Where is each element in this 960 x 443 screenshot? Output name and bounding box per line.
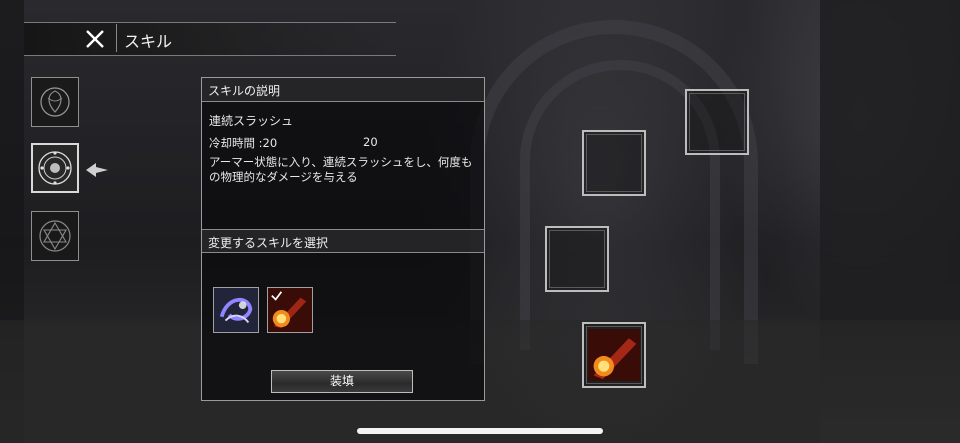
- skill-choice-slash[interactable]: [213, 287, 259, 333]
- header-divider: [116, 24, 117, 52]
- skill-choice-fireball[interactable]: [267, 287, 313, 333]
- skill-tab-3[interactable]: [31, 211, 79, 261]
- purple-slash-skill-icon: [214, 288, 258, 332]
- select-skill-header: 変更するスキルを選択: [202, 229, 484, 253]
- fireball-skill-icon: [588, 329, 640, 381]
- home-indicator[interactable]: [357, 428, 603, 434]
- rose-emblem-icon: [40, 87, 70, 117]
- skill-name: 連続スラッシュ: [209, 114, 294, 128]
- skill-description-panel: スキルの説明 連続スラッシュ 冷却時間 :20 20 アーマー状態に入り、連続ス…: [201, 77, 485, 401]
- close-button[interactable]: [80, 24, 110, 54]
- skill-tab-1[interactable]: [31, 77, 79, 127]
- selection-arrow-icon: [86, 163, 108, 177]
- skill-description: アーマー状態に入り、連続スラッシュをし、何度もの物理的なダメージを与える: [209, 155, 473, 184]
- close-icon: [86, 30, 104, 48]
- skill-slot-1[interactable]: [685, 89, 749, 155]
- skill-slot-3[interactable]: [545, 226, 609, 292]
- cooldown-label: 冷却時間 :20: [209, 136, 278, 150]
- circular-rune-icon: [38, 151, 72, 185]
- equip-button[interactable]: 装填: [271, 370, 413, 393]
- skill-slot-2[interactable]: [582, 130, 646, 196]
- fireball-skill-icon: [268, 288, 312, 332]
- skill-tab-2[interactable]: [31, 143, 79, 193]
- hexagram-seal-icon: [39, 220, 71, 252]
- cooldown-value: 20: [363, 135, 378, 149]
- skill-slot-4[interactable]: [582, 322, 646, 388]
- description-header: スキルの説明: [202, 78, 484, 102]
- page-title: スキル: [124, 32, 173, 51]
